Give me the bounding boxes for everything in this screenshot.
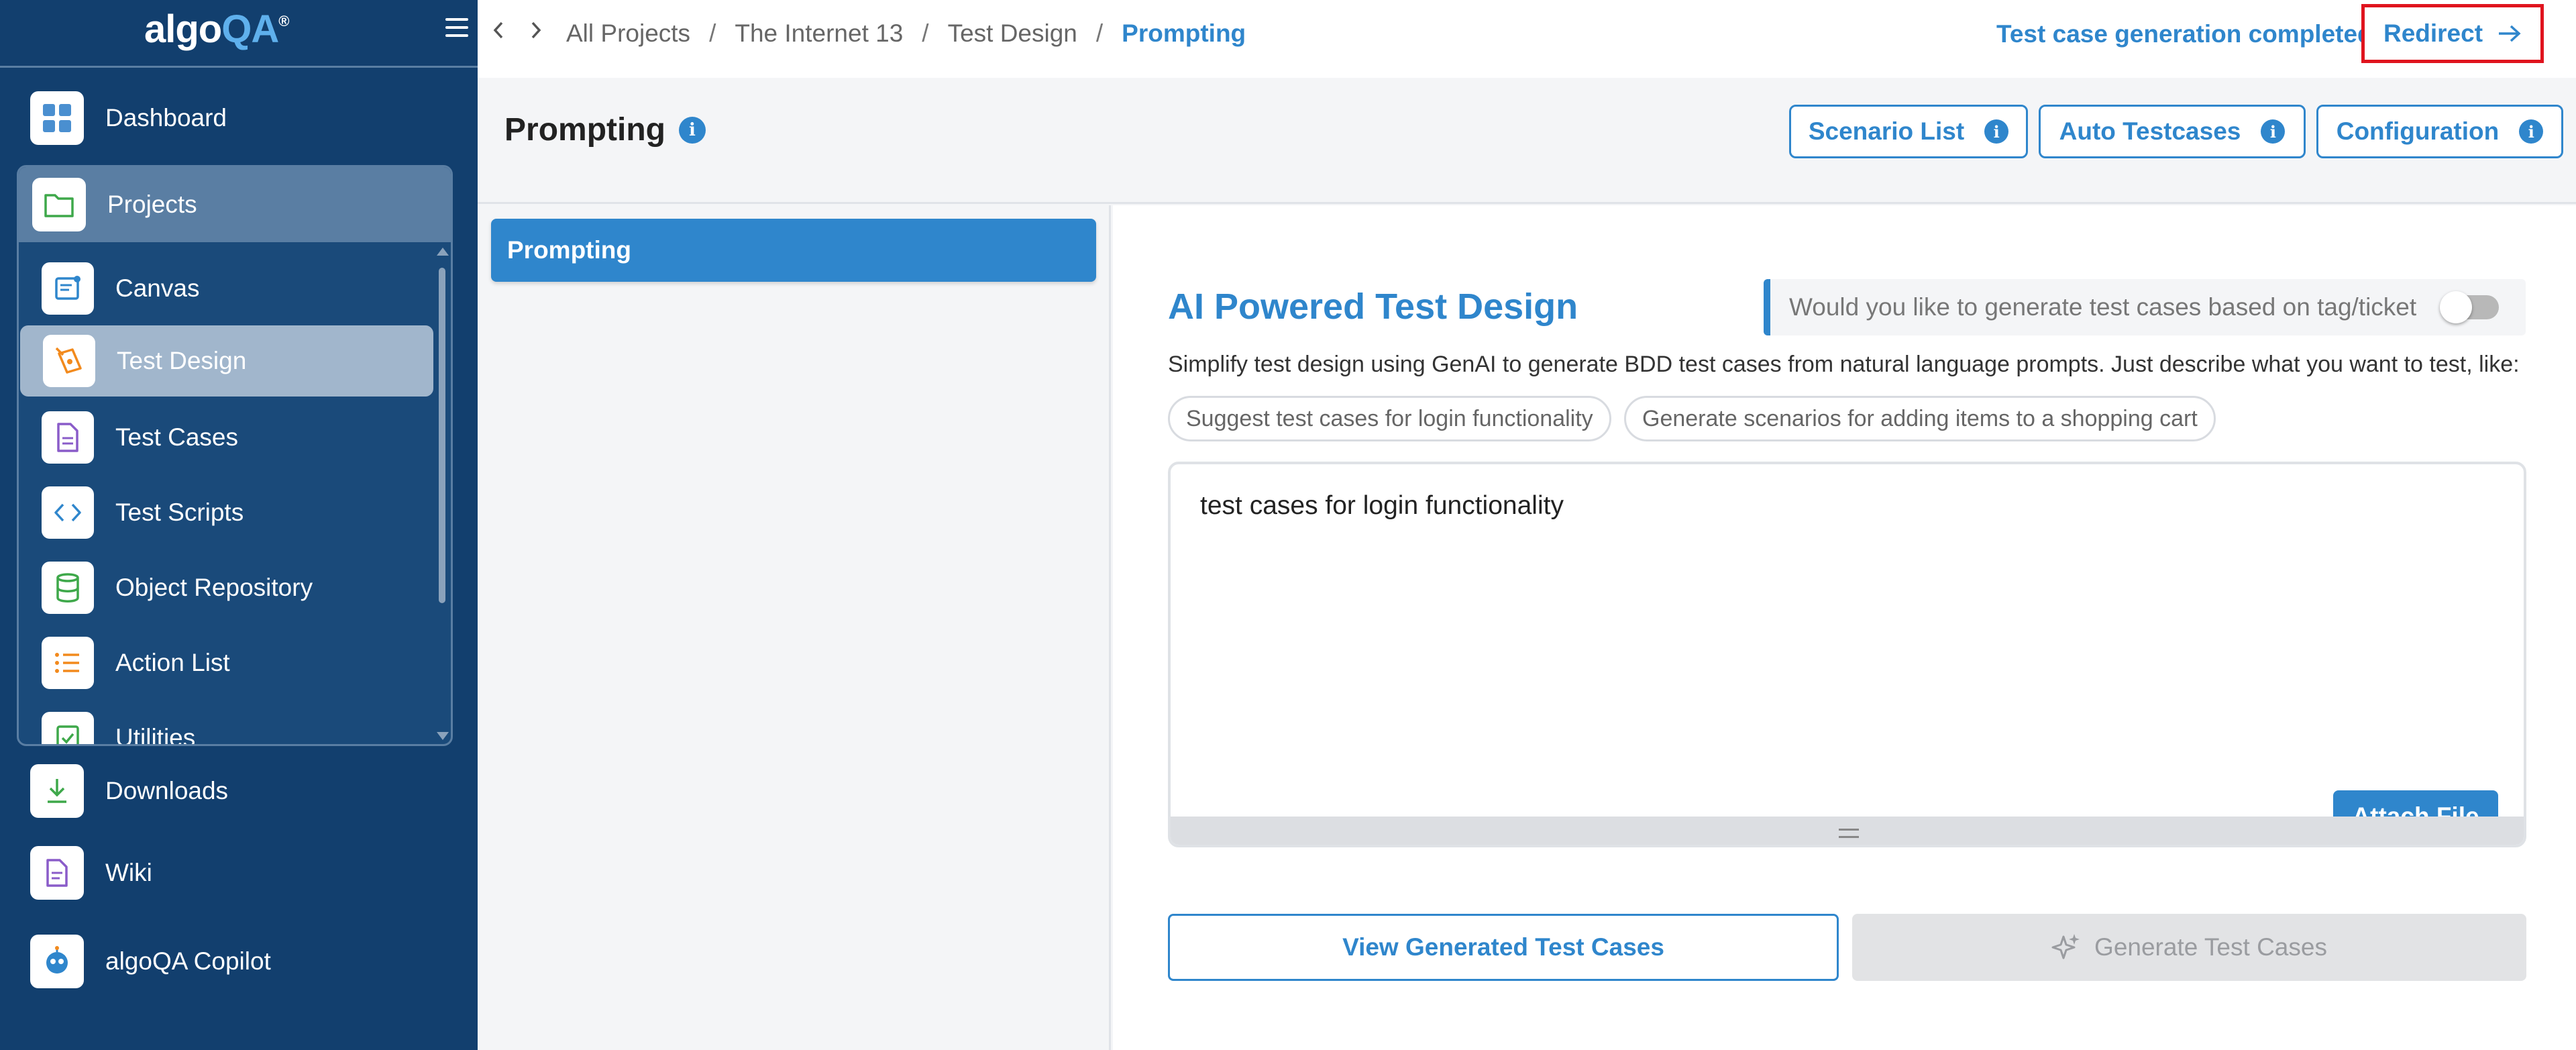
sidebar-item-label: Canvas: [115, 274, 200, 302]
sidebar-item-test-cases[interactable]: Test Cases: [19, 402, 435, 473]
sidebar-item-label: Action List: [115, 649, 230, 676]
sparkle-icon: [2051, 934, 2080, 959]
nav-copilot[interactable]: algoQA Copilot: [30, 933, 271, 990]
download-icon: [30, 764, 84, 818]
sidebar-item-utilities[interactable]: Utilities: [19, 702, 435, 746]
breadcrumb-test-design[interactable]: Test Design: [948, 19, 1077, 48]
redirect-label: Redirect: [2383, 19, 2483, 47]
auto-testcases-button[interactable]: Auto Testcases i: [2039, 105, 2306, 158]
info-icon: i: [2261, 119, 2286, 144]
tag-ticket-toggle[interactable]: [2440, 291, 2499, 323]
sidebar-item-object-repository[interactable]: Object Repository: [19, 552, 435, 623]
auto-testcases-label: Auto Testcases: [2059, 117, 2241, 145]
robot-icon: [30, 935, 84, 988]
nav-wiki-label: Wiki: [105, 859, 152, 886]
forward-icon[interactable]: [529, 19, 543, 48]
nav-copilot-label: algoQA Copilot: [105, 947, 271, 975]
sidebar-item-canvas[interactable]: Canvas: [19, 253, 435, 324]
breadcrumb-separator: /: [709, 19, 716, 47]
prompt-textarea[interactable]: test cases for login functionality Attac…: [1168, 462, 2526, 847]
grip-icon: [1839, 829, 1859, 838]
back-icon[interactable]: [491, 19, 506, 48]
wiki-icon: [30, 846, 84, 900]
nav-projects-label: Projects: [107, 191, 197, 218]
app-logo[interactable]: algoQA®: [144, 7, 289, 52]
breadcrumb-separator: /: [922, 19, 929, 47]
section-title: AI Powered Test Design: [1168, 286, 1578, 327]
page-header: Prompting i Scenario List i Auto Testcas…: [478, 78, 2576, 204]
utilities-icon: [42, 712, 94, 744]
sidebar-item-label: Test Scripts: [115, 498, 244, 526]
list-icon: [42, 637, 94, 689]
breadcrumb-separator: /: [1095, 19, 1104, 47]
nav-downloads-label: Downloads: [105, 777, 229, 804]
document-icon: [42, 411, 94, 464]
main-panel: AI Powered Test Design Would you like to…: [1113, 205, 2576, 1050]
dashboard-icon: [30, 91, 84, 145]
breadcrumb-all-projects[interactable]: All Projects: [566, 19, 690, 48]
database-icon: [42, 562, 94, 614]
page-title-text: Prompting: [504, 112, 665, 148]
tag-toggle-label: Would you like to generate test cases ba…: [1789, 293, 2417, 321]
logo-bar: algoQA®: [0, 0, 478, 68]
generate-label: Generate Test Cases: [2094, 933, 2327, 961]
configuration-button[interactable]: Configuration i: [2316, 105, 2563, 158]
nav-wiki[interactable]: Wiki: [30, 844, 152, 902]
nav-dashboard[interactable]: Dashboard: [30, 89, 227, 147]
sidebar-item-test-scripts[interactable]: Test Scripts: [19, 477, 435, 548]
code-icon: [42, 486, 94, 539]
pen-tool-icon: [43, 335, 95, 387]
sidebar-item-label: Test Design: [117, 347, 247, 374]
breadcrumb: All Projects / The Internet 13 / Test De…: [491, 19, 1246, 48]
breadcrumb-project[interactable]: The Internet 13: [735, 19, 903, 48]
scroll-down-icon[interactable]: [437, 732, 449, 740]
generate-test-cases-button[interactable]: Generate Test Cases: [1852, 914, 2526, 981]
prompt-value: test cases for login functionality: [1200, 491, 1564, 520]
sidebar-item-label: Object Repository: [115, 574, 313, 601]
scenario-list-label: Scenario List: [1808, 117, 1965, 145]
breadcrumb-current: Prompting: [1122, 19, 1246, 47]
suggestion-chip[interactable]: Suggest test cases for login functionali…: [1168, 396, 1611, 441]
tab-prompting[interactable]: Prompting: [491, 219, 1096, 282]
info-icon[interactable]: i: [678, 116, 706, 144]
suggestion-chip[interactable]: Generate scenarios for adding items to a…: [1624, 396, 2216, 441]
resize-handle[interactable]: [1171, 817, 2524, 845]
sidebar-scrollbar[interactable]: [436, 248, 449, 741]
sidebar-item-action-list[interactable]: Action List: [19, 627, 435, 698]
projects-group: Projects Canvas Test Design Test Cases T…: [17, 165, 453, 746]
scroll-up-icon[interactable]: [437, 248, 449, 256]
folder-icon: [32, 178, 86, 231]
info-icon: i: [1984, 119, 2009, 144]
left-panel: Prompting: [478, 205, 1111, 1050]
sidebar-item-label: Utilities: [115, 724, 196, 746]
sidebar-item-test-design[interactable]: Test Design: [20, 325, 433, 397]
menu-icon[interactable]: [445, 18, 468, 41]
page-title: Prompting i: [504, 111, 706, 148]
info-icon: i: [2519, 119, 2544, 144]
canvas-icon: [42, 262, 94, 315]
status-message: Test case generation completed: [1996, 20, 2373, 48]
sidebar-item-label: Test Cases: [115, 423, 239, 451]
description-text: Simplify test design using GenAI to gene…: [1168, 352, 2520, 377]
view-generated-button[interactable]: View Generated Test Cases: [1168, 914, 1839, 981]
top-bar: All Projects / The Internet 13 / Test De…: [478, 0, 2576, 78]
scroll-thumb[interactable]: [439, 268, 445, 603]
scenario-list-button[interactable]: Scenario List i: [1789, 105, 2028, 158]
nav-dashboard-label: Dashboard: [105, 104, 227, 132]
configuration-label: Configuration: [2336, 117, 2500, 145]
sidebar: algoQA® Dashboard Projects Canvas Test D…: [0, 0, 478, 1050]
arrow-right-icon: [2499, 25, 2521, 42]
nav-downloads[interactable]: Downloads: [30, 762, 228, 820]
tag-ticket-toggle-box: Would you like to generate test cases ba…: [1764, 279, 2526, 335]
nav-projects[interactable]: Projects: [19, 167, 451, 242]
redirect-button[interactable]: Redirect: [2361, 4, 2544, 63]
